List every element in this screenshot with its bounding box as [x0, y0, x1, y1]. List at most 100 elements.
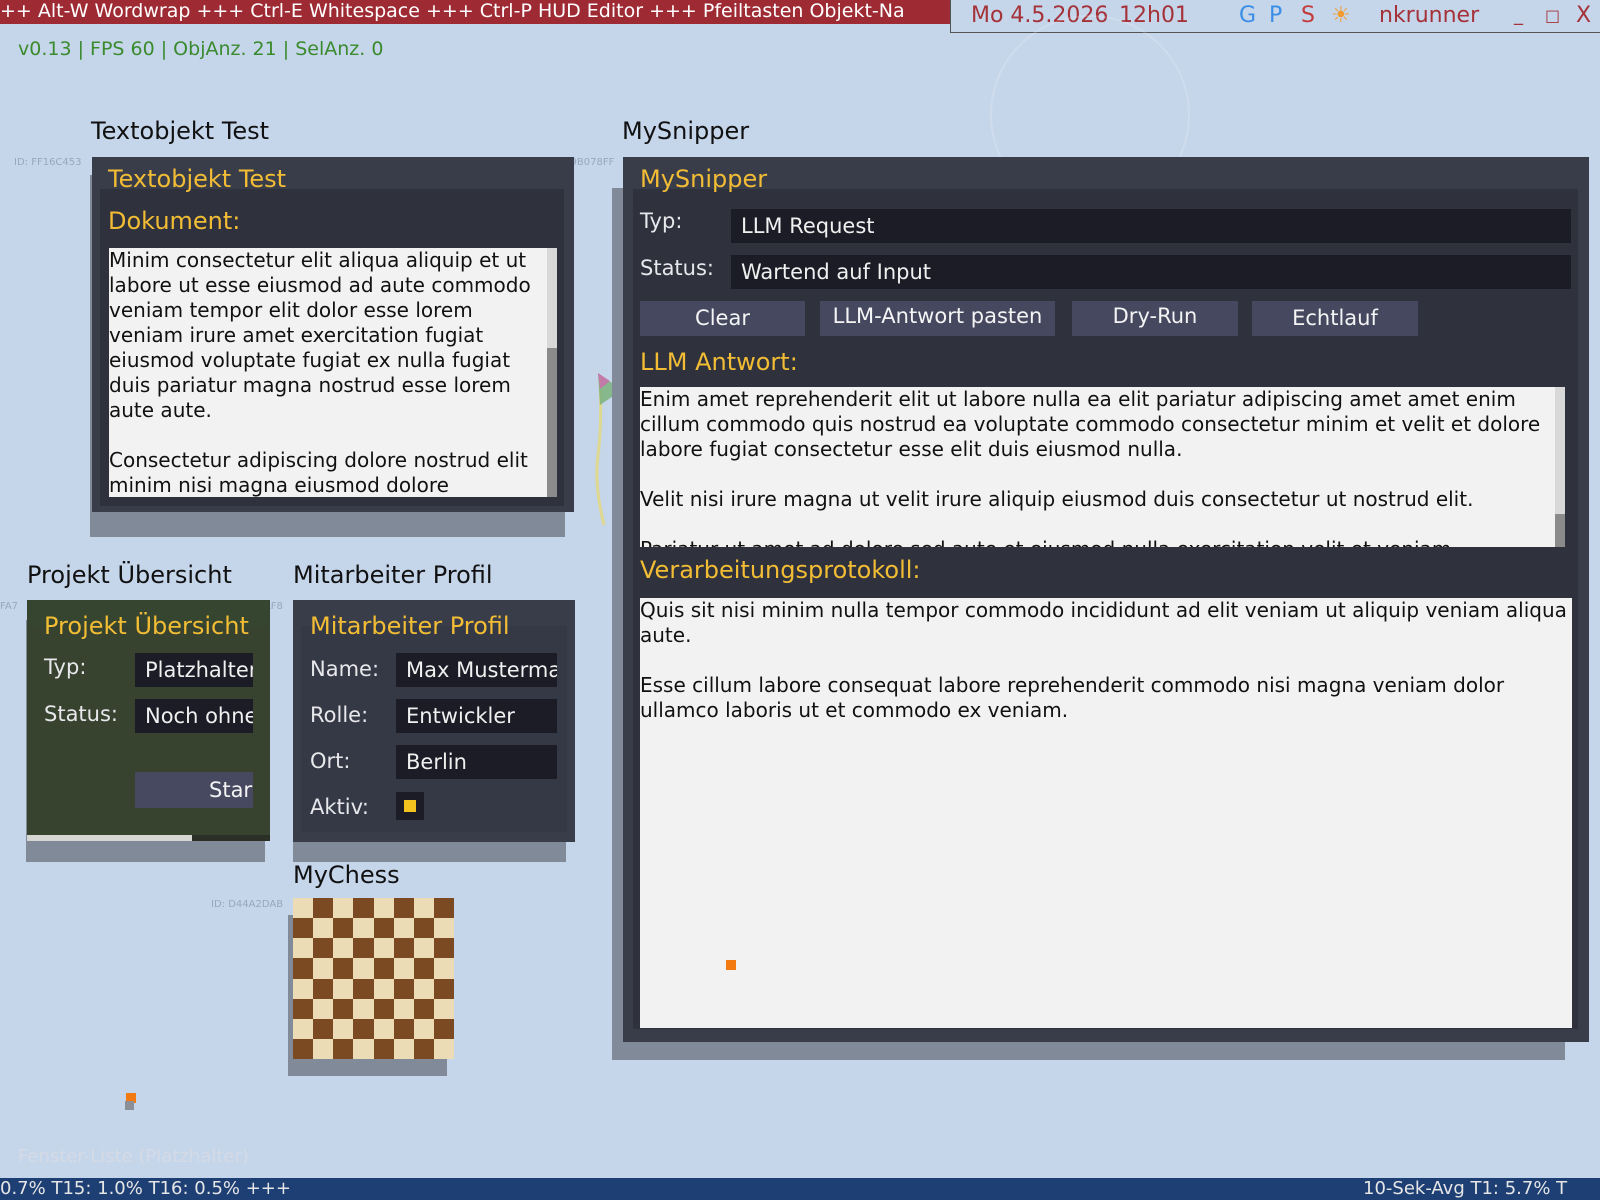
chess-square[interactable] [293, 1018, 314, 1039]
chess-window-title[interactable]: MyChess [293, 861, 400, 889]
chess-square[interactable] [413, 1038, 434, 1059]
chess-square[interactable] [353, 958, 374, 979]
chess-square[interactable] [313, 938, 334, 959]
chess-square[interactable] [393, 918, 414, 939]
profil-active-checkbox[interactable] [396, 792, 424, 820]
projekt-type-field[interactable]: Platzhalter [135, 653, 253, 687]
chess-square[interactable] [293, 938, 314, 959]
chess-square[interactable] [393, 958, 414, 979]
chess-square[interactable] [293, 998, 314, 1019]
chess-square[interactable] [433, 898, 454, 919]
chess-square[interactable] [373, 1018, 394, 1039]
projekt-status-field[interactable]: Noch ohne [135, 699, 253, 733]
chess-square[interactable] [313, 998, 334, 1019]
chess-square[interactable] [333, 978, 354, 999]
snipper-status-field[interactable]: Wartend auf Input [731, 255, 1571, 289]
chess-square[interactable] [333, 938, 354, 959]
llm-answer-scrollbar[interactable] [1555, 387, 1565, 547]
chess-square[interactable] [413, 978, 434, 999]
chess-square[interactable] [333, 1038, 354, 1059]
chess-square[interactable] [433, 978, 454, 999]
textobj-scrollbar[interactable] [547, 248, 557, 497]
chess-square[interactable] [433, 998, 454, 1019]
chess-square[interactable] [313, 1038, 334, 1059]
indicator-g[interactable]: G [1239, 0, 1256, 32]
chess-square[interactable] [353, 938, 374, 959]
chessboard[interactable] [293, 898, 454, 1059]
chess-square[interactable] [313, 918, 334, 939]
chess-square[interactable] [433, 918, 454, 939]
chess-square[interactable] [373, 998, 394, 1019]
chess-square[interactable] [313, 978, 334, 999]
chess-square[interactable] [413, 918, 434, 939]
dry-run-button[interactable]: Dry-Run [1072, 301, 1238, 336]
chess-square[interactable] [433, 1038, 454, 1059]
maximize-button[interactable]: □ [1545, 0, 1560, 32]
chess-square[interactable] [373, 938, 394, 959]
chess-square[interactable] [413, 958, 434, 979]
llm-answer-text[interactable]: Enim amet reprehenderit elit ut labore n… [640, 387, 1555, 547]
close-button[interactable]: X [1576, 0, 1591, 32]
profil-place-field[interactable]: Berlin [396, 745, 557, 779]
textobj-document-text[interactable]: Minim consectetur elit aliqua aliquip et… [109, 248, 548, 497]
chess-square[interactable] [373, 898, 394, 919]
clear-button[interactable]: Clear [640, 301, 805, 336]
chess-square[interactable] [413, 998, 434, 1019]
chess-square[interactable] [373, 958, 394, 979]
llm-answer-scroll-thumb[interactable] [1555, 514, 1565, 547]
chess-square[interactable] [333, 1018, 354, 1039]
textobj-scroll-thumb[interactable] [547, 348, 557, 497]
textobj-window-title[interactable]: Textobjekt Test [91, 117, 269, 145]
chess-square[interactable] [293, 898, 314, 919]
projekt-panel[interactable]: Projekt Übersicht Typ: Platzhalter Statu… [27, 600, 270, 841]
chess-square[interactable] [413, 1018, 434, 1039]
chess-square[interactable] [413, 938, 434, 959]
chess-square[interactable] [353, 998, 374, 1019]
chess-square[interactable] [313, 958, 334, 979]
textobj-panel[interactable]: Textobjekt Test Dokument: Minim consecte… [92, 157, 574, 512]
chess-square[interactable] [413, 898, 434, 919]
chess-square[interactable] [293, 918, 314, 939]
chess-square[interactable] [333, 898, 354, 919]
snipper-panel[interactable]: MySnipper Typ: LLM Request Status: Warte… [623, 157, 1589, 1042]
chess-square[interactable] [333, 958, 354, 979]
indicator-p[interactable]: P [1269, 0, 1282, 32]
echtlauf-button[interactable]: Echtlauf [1252, 301, 1418, 336]
projekt-window-title[interactable]: Projekt Übersicht [27, 561, 232, 589]
chess-square[interactable] [313, 1018, 334, 1039]
chess-square[interactable] [393, 1038, 414, 1059]
chess-square[interactable] [353, 918, 374, 939]
chess-square[interactable] [373, 1038, 394, 1059]
snipper-window-title[interactable]: MySnipper [622, 117, 749, 145]
chess-square[interactable] [333, 918, 354, 939]
profil-role-field[interactable]: Entwickler [396, 699, 557, 733]
chess-square[interactable] [433, 958, 454, 979]
chess-square[interactable] [433, 938, 454, 959]
window-list[interactable]: Fenster-Liste (Platzhalter) [18, 1146, 249, 1167]
profil-name-field[interactable]: Max Mustermann [396, 653, 557, 687]
projekt-start-button[interactable]: Start [135, 772, 253, 808]
chess-square[interactable] [393, 978, 414, 999]
chess-square[interactable] [393, 1018, 414, 1039]
chess-square[interactable] [353, 1038, 374, 1059]
chess-square[interactable] [433, 1018, 454, 1039]
chess-square[interactable] [333, 998, 354, 1019]
indicator-s[interactable]: S [1301, 0, 1315, 32]
chess-square[interactable] [393, 898, 414, 919]
chess-square[interactable] [373, 918, 394, 939]
chess-square[interactable] [353, 898, 374, 919]
chess-square[interactable] [293, 958, 314, 979]
llm-paste-button[interactable]: LLM-Antwort pasten [820, 301, 1055, 336]
profil-panel[interactable]: Mitarbeiter Profil Name: Max Mustermann … [293, 600, 575, 842]
chess-square[interactable] [293, 1038, 314, 1059]
chess-square[interactable] [353, 978, 374, 999]
log-text[interactable]: Quis sit nisi minim nulla tempor commodo… [640, 598, 1572, 1028]
chess-square[interactable] [293, 978, 314, 999]
chess-square[interactable] [373, 978, 394, 999]
profil-window-title[interactable]: Mitarbeiter Profil [293, 561, 493, 589]
chess-square[interactable] [393, 938, 414, 959]
snipper-type-field[interactable]: LLM Request [731, 209, 1571, 243]
chess-square[interactable] [353, 1018, 374, 1039]
chess-square[interactable] [313, 898, 334, 919]
minimize-button[interactable]: _ [1514, 0, 1523, 32]
